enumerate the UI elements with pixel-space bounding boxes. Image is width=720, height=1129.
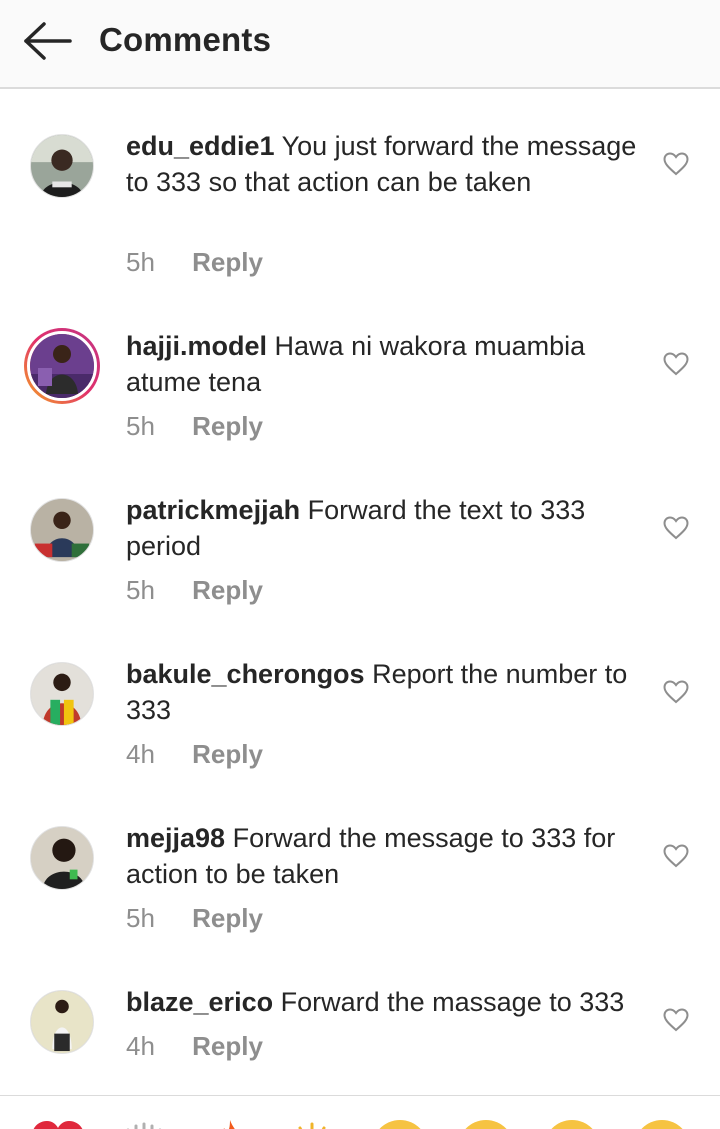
comment-text: bakule_cherongos Report the number to 33… [126, 656, 641, 728]
reply-button[interactable]: Reply [192, 246, 263, 278]
heart-icon[interactable] [663, 516, 689, 540]
avatar[interactable] [24, 328, 100, 404]
comment-username[interactable]: patrickmejjah [126, 495, 300, 525]
comment-text: patrickmejjah Forward the text to 333 pe… [126, 492, 641, 564]
avatar-photo [31, 991, 93, 1053]
reply-button[interactable]: Reply [192, 902, 263, 934]
comment-time: 5h [126, 575, 155, 605]
avatar[interactable] [30, 990, 94, 1054]
comment-meta: 4h Reply [126, 738, 263, 770]
top-bar: Comments [0, 0, 720, 89]
reply-button[interactable]: Reply [192, 1030, 263, 1062]
heart-eyes-emoji[interactable] [456, 1116, 516, 1129]
avatar[interactable] [30, 662, 94, 726]
comment-text: edu_eddie1 You just forward the message … [126, 128, 641, 200]
comment-text: hajji.model Hawa ni wakora muambia atume… [126, 328, 641, 400]
back-button[interactable] [20, 20, 76, 62]
avatar[interactable] [30, 134, 94, 198]
comment-meta: 4h Reply [126, 1030, 263, 1062]
crying-laughing-emoji[interactable] [370, 1116, 430, 1129]
raising-hands-emoji[interactable] [114, 1116, 174, 1129]
comment-meta: 5h Reply [126, 902, 263, 934]
clapping-hands-emoji[interactable] [282, 1116, 342, 1129]
reply-button[interactable]: Reply [192, 738, 263, 770]
heart-icon[interactable] [663, 1008, 689, 1032]
comment-username[interactable]: mejja98 [126, 823, 225, 853]
avatar-photo [31, 135, 93, 197]
avatar-photo [31, 827, 93, 889]
heart-icon[interactable] [663, 152, 689, 176]
heart-icon[interactable] [663, 844, 689, 868]
emoji-reaction-bar [0, 1095, 720, 1129]
comment-username[interactable]: hajji.model [126, 331, 267, 361]
comment-body: Forward the massage to 333 [280, 987, 625, 1017]
comment-meta: 5h Reply [126, 246, 263, 278]
comment-time: 4h [126, 739, 155, 769]
avatar[interactable] [30, 826, 94, 890]
comment-time: 5h [126, 247, 155, 277]
comment-time: 5h [126, 903, 155, 933]
comment-time: 4h [126, 1031, 155, 1061]
astonished-emoji[interactable] [542, 1116, 602, 1129]
heart-icon[interactable] [663, 680, 689, 704]
fire-emoji[interactable] [200, 1116, 260, 1129]
reply-button[interactable]: Reply [192, 574, 263, 606]
red-heart-emoji[interactable] [28, 1116, 88, 1129]
avatar-photo [31, 499, 93, 561]
comment-text: blaze_erico Forward the massage to 333 [126, 984, 641, 1020]
comment-meta: 5h Reply [126, 574, 263, 606]
comment-username[interactable]: bakule_cherongos [126, 659, 365, 689]
arrow-left-icon [24, 22, 72, 60]
comment-username[interactable]: blaze_erico [126, 987, 273, 1017]
avatar-photo [30, 334, 94, 398]
avatar-photo [31, 663, 93, 725]
comment-text: mejja98 Forward the message to 333 for a… [126, 820, 641, 892]
comment-meta: 5h Reply [126, 410, 263, 442]
comment-time: 5h [126, 411, 155, 441]
grinning-emoji[interactable] [632, 1116, 692, 1129]
heart-icon[interactable] [663, 352, 689, 376]
reply-button[interactable]: Reply [192, 410, 263, 442]
avatar[interactable] [30, 498, 94, 562]
comment-username[interactable]: edu_eddie1 [126, 131, 275, 161]
page-title: Comments [99, 21, 272, 58]
